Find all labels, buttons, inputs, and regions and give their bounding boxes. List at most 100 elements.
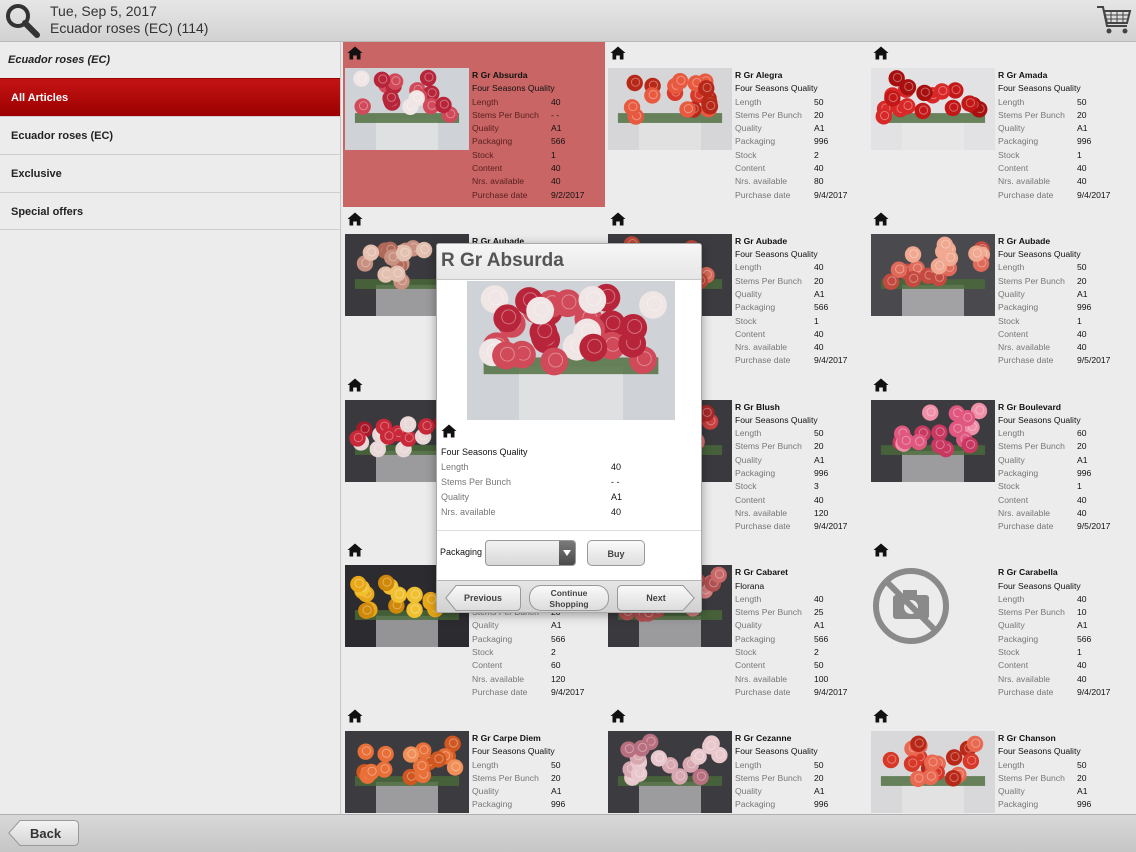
product-attribute-row: Packaging 996 — [735, 468, 867, 481]
product-name: R Gr Amada — [998, 70, 1048, 80]
product-attribute-row: Purchase date 9/4/2017 — [472, 687, 604, 700]
attribute-value: A1 — [551, 620, 562, 631]
product-name: R Gr Absurda — [472, 70, 528, 80]
attribute-value: 566 — [1077, 633, 1092, 644]
attribute-value: 2 — [551, 647, 556, 658]
back-button[interactable]: Back — [8, 820, 79, 846]
attribute-value: 9/4/2017 — [814, 355, 848, 366]
popup-row-value: A1 — [611, 492, 623, 502]
popup-row-value: 40 — [611, 507, 622, 517]
product-attribute-row: Packaging 566 — [472, 136, 604, 149]
sidebar-item-ecuador-roses[interactable]: Ecuador roses (EC) — [0, 116, 340, 154]
product-attribute-row: Packaging 996 — [998, 799, 1130, 812]
product-info: R Gr Absurda Four Seasons Quality Length 40… — [472, 70, 604, 203]
popup-row: Quality A1 — [441, 492, 699, 507]
product-info: R Gr Aubade Four Seasons Quality Length 50 S… — [998, 236, 1130, 369]
attribute-label: Stock — [735, 149, 757, 160]
attribute-label: Stock — [998, 315, 1020, 326]
product-thumbnail[interactable] — [871, 731, 995, 813]
sidebar-item-all-articles[interactable]: All Articles — [0, 78, 340, 116]
attribute-value: 996 — [814, 467, 829, 478]
continue-shopping-button[interactable]: Continue Shopping — [529, 585, 609, 611]
attribute-value: 40 — [1077, 328, 1087, 339]
product-card[interactable]: R Gr Aubade Four Seasons Quality Length 50 S… — [869, 208, 1131, 373]
product-thumbnail[interactable] — [871, 399, 995, 482]
product-grower: Four Seasons Quality — [735, 746, 818, 757]
attribute-label: Nrs. available — [998, 342, 1051, 353]
attribute-label: Quality — [472, 620, 499, 631]
attribute-value: 3 — [814, 481, 819, 492]
product-attribute-row: Stems Per Bunch 10 — [998, 607, 1130, 620]
product-card[interactable]: R Gr Carabella Four Seasons Quality Length… — [869, 539, 1131, 704]
product-attribute-row: Packaging 566 — [735, 634, 867, 647]
attribute-label: Quality — [472, 786, 499, 797]
attribute-value: 120 — [551, 673, 566, 684]
chevron-down-icon — [559, 541, 575, 565]
shopping-cart-icon[interactable] — [1096, 4, 1132, 36]
attribute-label: Packaging — [735, 136, 776, 147]
attribute-value: 1 — [814, 315, 819, 326]
product-attribute-row: Packaging 566 — [735, 302, 867, 315]
attribute-label: Packaging — [735, 302, 776, 313]
attribute-value: 50 — [814, 759, 824, 770]
product-attribute-row: Packaging 996 — [998, 136, 1130, 149]
product-attribute-row: Stems Per Bunch 20 — [735, 441, 867, 454]
product-thumbnail[interactable] — [608, 731, 732, 813]
attribute-value: 10 — [1077, 607, 1087, 618]
product-card[interactable]: R Gr Alegra Four Seasons Quality Length 50 S… — [606, 42, 868, 207]
attribute-value: 566 — [814, 633, 829, 644]
product-attribute-row: Purchase date 9/5/2017 — [998, 355, 1130, 368]
sidebar-item-exclusive[interactable]: Exclusive — [0, 154, 340, 192]
attribute-value: 1 — [1077, 647, 1082, 658]
product-thumbnail[interactable] — [871, 565, 995, 648]
product-attribute-row: Content 40 — [998, 495, 1130, 508]
product-attribute-row: Content 40 — [472, 163, 604, 176]
attribute-label: Nrs. available — [735, 176, 788, 187]
product-attribute-row: Purchase date 9/4/2017 — [735, 355, 867, 368]
product-thumbnail[interactable] — [345, 731, 469, 813]
product-info: R Gr Aubade Four Seasons Quality Length 40 S… — [735, 236, 867, 369]
attribute-label: Packaging — [998, 136, 1039, 147]
attribute-value: 50 — [1077, 262, 1087, 273]
home-icon — [873, 378, 889, 391]
product-card[interactable]: R Gr Absurda Four Seasons Quality Length 40… — [343, 42, 605, 207]
attribute-label: Purchase date — [998, 521, 1054, 532]
previous-button[interactable]: Previous — [445, 585, 521, 611]
product-attribute-row: Length 40 — [472, 97, 604, 110]
product-attribute-row: Stock 1 — [998, 647, 1130, 660]
sidebar-item-special-offers[interactable]: Special offers — [0, 192, 340, 230]
attribute-value: 50 — [814, 96, 824, 107]
product-attribute-row: Nrs. available 40 — [998, 176, 1130, 189]
product-card[interactable]: R Gr Carpe Diem Four Seasons Quality Lengt… — [343, 705, 605, 814]
next-button[interactable]: Next — [617, 585, 695, 611]
attribute-label: Stock — [998, 647, 1020, 658]
attribute-value: 40 — [814, 163, 824, 174]
buy-button[interactable]: Buy — [587, 540, 645, 566]
attribute-label: Purchase date — [998, 686, 1054, 697]
product-card[interactable]: R Gr Boulevard Four Seasons Quality Length… — [869, 374, 1131, 539]
product-card[interactable]: R Gr Amada Four Seasons Quality Length 50 St… — [869, 42, 1131, 207]
attribute-value: 996 — [814, 136, 829, 147]
attribute-value: 40 — [814, 593, 824, 604]
product-name: R Gr Carabella — [998, 567, 1058, 578]
packaging-select[interactable] — [485, 540, 576, 566]
attribute-label: Stems Per Bunch — [998, 275, 1065, 286]
product-thumbnail[interactable] — [345, 68, 469, 150]
product-attribute-row: Length 50 — [735, 97, 867, 110]
attribute-value: 20 — [814, 772, 824, 783]
product-thumbnail[interactable] — [871, 68, 995, 150]
product-card[interactable]: R Gr Chanson Four Seasons Quality Length 50… — [869, 705, 1131, 814]
attribute-label: Stock — [735, 647, 757, 658]
attribute-value: 20 — [814, 109, 824, 120]
product-grower: Four Seasons Quality — [998, 746, 1081, 757]
attribute-value: - - — [551, 109, 560, 120]
attribute-label: Purchase date — [472, 189, 528, 200]
search-icon[interactable] — [4, 2, 40, 38]
attribute-label: Packaging — [998, 633, 1039, 644]
attribute-value: 100 — [814, 673, 829, 684]
product-attribute-row: Stems Per Bunch 20 — [472, 773, 604, 786]
attribute-value: A1 — [1077, 786, 1088, 797]
product-thumbnail[interactable] — [608, 68, 732, 150]
product-thumbnail[interactable] — [871, 233, 995, 316]
product-card[interactable]: R Gr Cezanne Four Seasons Quality Length 50… — [606, 705, 868, 814]
